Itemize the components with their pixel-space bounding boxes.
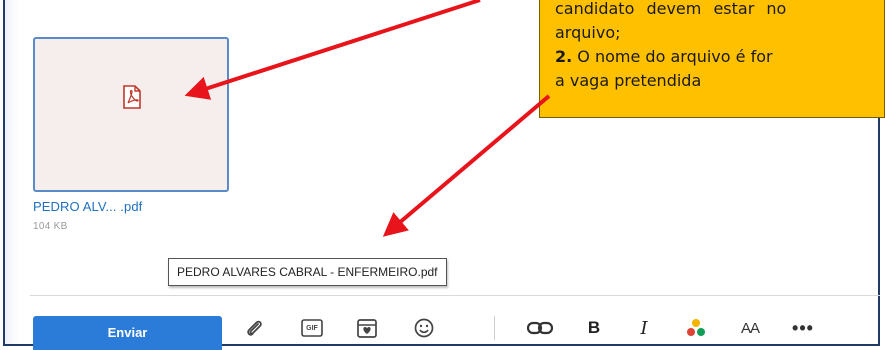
attach-file-button[interactable] (240, 316, 268, 340)
toolbar-divider (30, 295, 880, 296)
callout-line-3: 2. O nome do arquivo é for (555, 45, 884, 69)
instruction-callout: candidato devem estar no arquivo; 2. O n… (539, 0, 885, 118)
emoji-button[interactable] (411, 316, 437, 340)
link-icon (526, 320, 554, 336)
paperclip-icon (243, 317, 265, 339)
italic-button[interactable]: I (632, 316, 656, 340)
gif-label: GIF (306, 324, 318, 332)
callout-line-2: arquivo; (555, 23, 621, 42)
send-button[interactable]: Enviar (33, 316, 222, 350)
callout-line-4: a vaga pretendida (555, 71, 702, 90)
sticker-button[interactable] (354, 316, 380, 340)
pdf-file-icon (122, 85, 142, 109)
callout-line-1: candidato devem estar no (555, 0, 787, 18)
insert-link-button[interactable] (525, 316, 555, 340)
text-color-button[interactable] (683, 316, 709, 340)
attachment-file-size: 104 KB (33, 221, 68, 232)
color-palette-icon (685, 317, 707, 339)
sticker-heart-icon (356, 317, 378, 339)
callout-line-3-text: O nome do arquivo é for (572, 47, 773, 66)
attachment-file-name[interactable]: PEDRO ALV... .pdf (33, 199, 142, 214)
callout-item-number: 2. (555, 47, 573, 66)
gif-button[interactable]: GIF (299, 316, 325, 340)
file-name-tooltip: PEDRO ALVARES CABRAL - ENFERMEIRO.pdf (168, 258, 447, 286)
toolbar-separator (494, 316, 495, 340)
smiley-icon (413, 317, 435, 339)
more-options-button[interactable]: ••• (788, 316, 818, 340)
font-size-button[interactable]: AA (736, 316, 764, 340)
bold-button[interactable]: B (582, 316, 606, 340)
attachment-thumbnail[interactable] (33, 37, 229, 192)
